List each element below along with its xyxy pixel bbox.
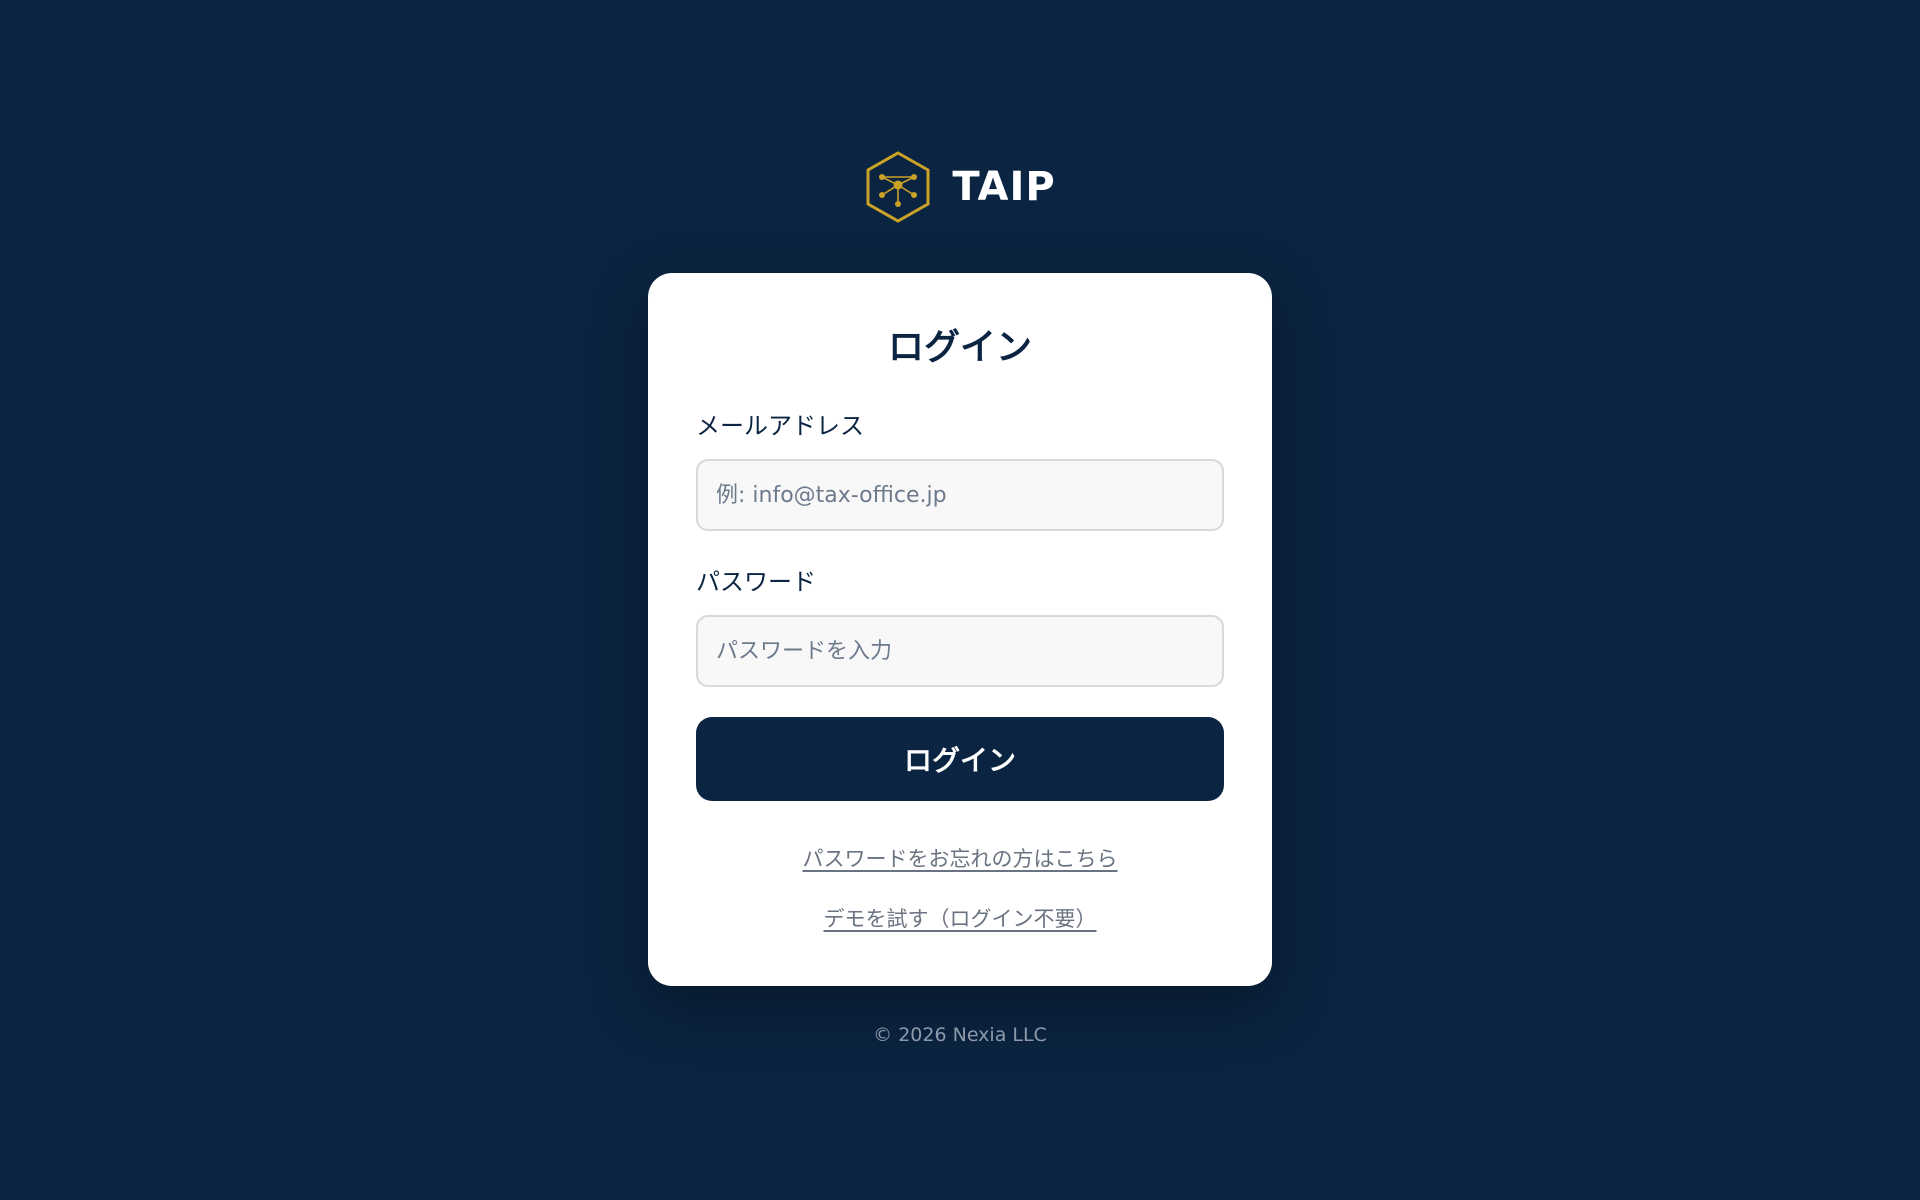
password-label: パスワード (696, 568, 816, 596)
email-field[interactable] (696, 459, 1224, 531)
email-label: メールアドレス (696, 412, 864, 440)
login-page: TAIP ログイン メールアドレス パスワード ログイン パスワードをお忘れの方… (0, 0, 1920, 1200)
demo-link[interactable]: デモを試す（ログイン不要） (648, 906, 1272, 933)
password-field[interactable] (696, 615, 1224, 687)
login-card: ログイン メールアドレス パスワード ログイン パスワードをお忘れの方はこちら … (648, 273, 1272, 986)
forgot-password-link[interactable]: パスワードをお忘れの方はこちら (648, 846, 1272, 873)
login-button[interactable]: ログイン (696, 717, 1224, 801)
footer-copyright: © 2026 Nexia LLC (873, 1024, 1047, 1046)
page-title: ログイン (887, 327, 1032, 368)
brand-name: TAIP (952, 164, 1056, 210)
brand-header: TAIP (0, 150, 1920, 224)
hexagon-network-icon (866, 151, 930, 223)
